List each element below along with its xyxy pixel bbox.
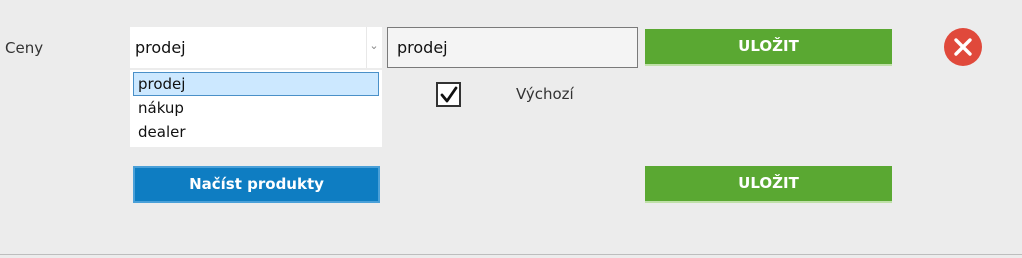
chevron-down-icon[interactable]: ⌄ [368, 39, 380, 53]
load-products-button[interactable]: Načíst produkty [133, 166, 380, 203]
dropdown-option-dealer[interactable]: dealer [133, 120, 379, 144]
prices-label: Ceny [5, 39, 44, 57]
dropdown-option-nakup[interactable]: nákup [133, 96, 379, 120]
select-divider [366, 27, 367, 68]
price-type-dropdown-list: prodej nákup dealer [130, 70, 382, 147]
select-value: prodej [135, 38, 186, 57]
default-checkbox-label: Výchozí [516, 85, 574, 103]
save-button-top[interactable]: ULOŽIT [645, 29, 892, 66]
default-checkbox[interactable] [436, 82, 461, 107]
close-button[interactable] [944, 28, 982, 66]
bottom-divider [0, 254, 1022, 255]
price-type-select[interactable]: prodej ⌄ [130, 27, 382, 68]
save-button-bottom[interactable]: ULOŽIT [645, 166, 892, 203]
close-circle-icon [954, 38, 972, 56]
checkmark-icon [440, 86, 458, 103]
dropdown-option-prodej[interactable]: prodej [133, 72, 379, 96]
price-name-input[interactable] [387, 27, 638, 68]
